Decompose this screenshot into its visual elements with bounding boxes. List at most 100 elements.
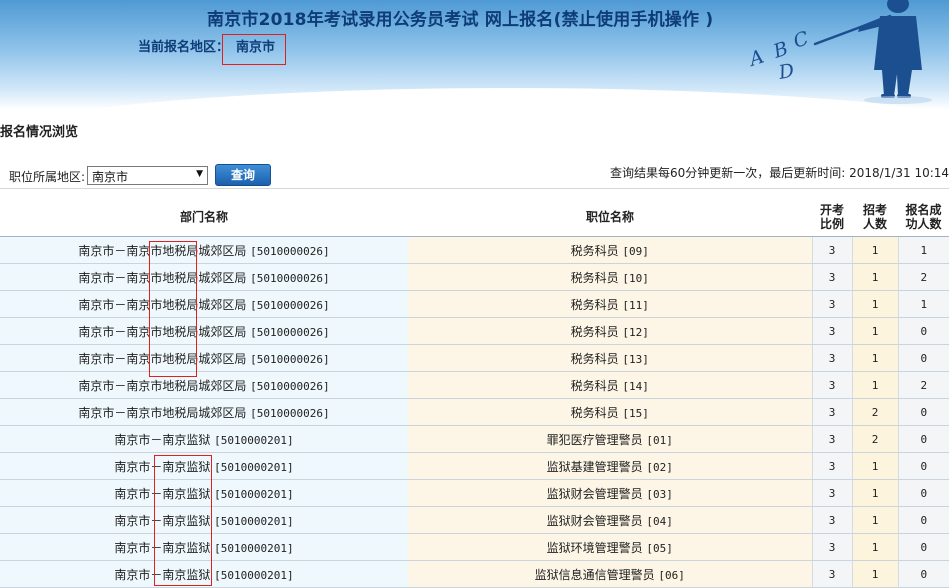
success-cell-text: 0 (920, 514, 928, 527)
region-select[interactable]: 南京市 ▼ (87, 166, 208, 185)
ratio-cell-text: 3 (828, 271, 836, 284)
dept-cell-code: [5010000026] (250, 352, 330, 366)
dept-cell-text: 南京市－南京监狱 (114, 513, 211, 528)
position-cell-code: [13] (622, 352, 649, 366)
success-cell: 2 (897, 371, 949, 399)
quota-cell: 2 (851, 425, 898, 453)
region-select-value: 南京市 (92, 170, 129, 184)
toolbar-divider (0, 188, 949, 189)
dept-cell-text: 南京市－南京市地税局城郊区局 (78, 378, 247, 393)
position-cell: 税务科员 [13] (408, 344, 812, 372)
position-cell-text: 监狱环境管理警员 (546, 540, 643, 555)
success-cell: 0 (897, 506, 949, 534)
position-cell-code: [09] (622, 244, 649, 258)
quota-cell-text: 1 (871, 568, 879, 581)
column-header-ratio: 开考 比例 (812, 198, 852, 237)
dept-cell-code: [5010000026] (250, 325, 330, 339)
dept-cell-text: 南京市－南京监狱 (114, 459, 211, 474)
ratio-cell-text: 3 (828, 568, 836, 581)
dept-cell-code: [5010000026] (250, 244, 330, 258)
position-cell-text: 税务科员 (570, 324, 619, 339)
quota-cell-text: 2 (871, 433, 879, 446)
position-cell: 税务科员 [14] (408, 371, 812, 399)
table-row: 南京市－南京监狱 [5010000201] 罪犯医疗管理警员 [01] 3 2 0 (0, 425, 949, 453)
dept-cell-text: 南京市－南京市地税局城郊区局 (78, 297, 247, 312)
ratio-cell: 3 (811, 236, 852, 264)
table-row: 南京市－南京监狱 [5010000201] 监狱财会管理警员 [03] 3 1 0 (0, 479, 949, 507)
quota-cell: 1 (851, 290, 898, 318)
decor-letter-c: C (791, 27, 812, 53)
registration-table: 部门名称 职位名称 开考 比例 招考 人数 报名成 功人数 南京市－南京市地税局城郊区… (0, 198, 949, 588)
table-body: 南京市－南京市地税局城郊区局 [5010000026] 税务科员 [09] 3 1 1 南… (0, 236, 949, 588)
table-row: 南京市－南京市地税局城郊区局 [5010000026] 税务科员 [10] 3 1 2 (0, 263, 949, 291)
table-row: 南京市－南京市地税局城郊区局 [5010000026] 税务科员 [15] 3 2 0 (0, 398, 949, 426)
dept-cell-code: [5010000026] (250, 271, 330, 285)
quota-cell-text: 1 (871, 541, 879, 554)
position-cell-text: 罪犯医疗管理警员 (546, 432, 643, 447)
dept-cell-text: 南京市－南京监狱 (114, 540, 211, 555)
query-button[interactable]: 查询 (215, 164, 271, 186)
position-cell-code: [11] (622, 298, 649, 312)
quota-cell-text: 1 (871, 244, 879, 257)
ratio-cell: 3 (811, 344, 852, 372)
success-cell-text: 0 (920, 487, 928, 500)
position-cell-code: [04] (646, 514, 673, 528)
dept-cell-code: [5010000201] (214, 541, 294, 555)
column-header-dept: 部门名称 (0, 198, 408, 237)
dept-cell: 南京市－南京市地税局城郊区局 [5010000026] (0, 317, 408, 345)
dept-cell: 南京市－南京监狱 [5010000201] (0, 533, 408, 561)
quota-cell: 1 (851, 452, 898, 480)
success-cell: 0 (897, 533, 949, 561)
ratio-cell: 3 (811, 398, 852, 426)
success-cell: 0 (897, 452, 949, 480)
dropdown-arrow-icon: ▼ (196, 169, 203, 179)
quota-cell: 1 (851, 236, 898, 264)
position-cell-code: [05] (646, 541, 673, 555)
success-cell: 0 (897, 425, 949, 453)
ratio-cell-text: 3 (828, 514, 836, 527)
success-cell-text: 0 (920, 460, 928, 473)
ratio-cell-text: 3 (828, 433, 836, 446)
dept-cell: 南京市－南京监狱 [5010000201] (0, 506, 408, 534)
dept-cell-code: [5010000026] (250, 406, 330, 420)
position-cell-text: 税务科员 (570, 270, 619, 285)
quota-cell: 1 (851, 560, 898, 588)
dept-cell: 南京市－南京市地税局城郊区局 [5010000026] (0, 290, 408, 318)
region-filter-label: 职位所属地区: (9, 170, 86, 184)
dept-cell-code: [5010000026] (250, 379, 330, 393)
quota-cell-text: 2 (871, 406, 879, 419)
column-header-success: 报名成 功人数 (898, 198, 949, 237)
success-cell-text: 0 (920, 433, 928, 446)
success-cell: 1 (897, 290, 949, 318)
ratio-cell-text: 3 (828, 298, 836, 311)
ratio-cell: 3 (811, 425, 852, 453)
dept-cell-code: [5010000201] (214, 514, 294, 528)
success-cell: 0 (897, 398, 949, 426)
position-cell-text: 监狱财会管理警员 (546, 513, 643, 528)
position-cell-code: [06] (658, 568, 685, 582)
success-cell-text: 2 (920, 379, 928, 392)
dept-cell-text: 南京市－南京监狱 (114, 432, 211, 447)
table-row: 南京市－南京市地税局城郊区局 [5010000026] 税务科员 [11] 3 1 1 (0, 290, 949, 318)
position-cell: 税务科员 [11] (408, 290, 812, 318)
success-cell-text: 0 (920, 568, 928, 581)
quota-cell-text: 1 (871, 379, 879, 392)
quota-cell-text: 1 (871, 487, 879, 500)
dept-cell: 南京市－南京市地税局城郊区局 [5010000026] (0, 398, 408, 426)
success-cell-text: 0 (920, 541, 928, 554)
table-row: 南京市－南京监狱 [5010000201] 监狱基建管理警员 [02] 3 1 0 (0, 452, 949, 480)
ratio-cell: 3 (811, 263, 852, 291)
ratio-cell-text: 3 (828, 406, 836, 419)
dept-cell-code: [5010000201] (214, 460, 294, 474)
position-cell: 监狱信息通信管理警员 [06] (408, 560, 812, 588)
column-header-quota: 招考 人数 (852, 198, 898, 237)
success-cell-text: 0 (920, 406, 928, 419)
position-cell-code: [01] (646, 433, 673, 447)
position-cell: 监狱财会管理警员 [04] (408, 506, 812, 534)
quota-cell-text: 1 (871, 298, 879, 311)
quota-cell: 1 (851, 506, 898, 534)
quota-cell-text: 1 (871, 352, 879, 365)
dept-cell-code: [5010000201] (214, 433, 294, 447)
decor-letter-d: D (776, 60, 796, 84)
quota-cell-text: 1 (871, 514, 879, 527)
